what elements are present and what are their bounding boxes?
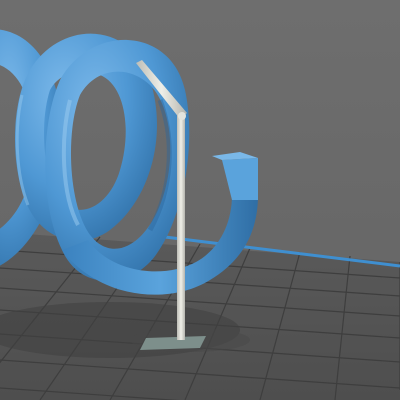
3d-viewport[interactable] xyxy=(0,0,400,400)
support-joint xyxy=(178,112,186,120)
scene-canvas[interactable] xyxy=(0,0,400,400)
support-base-plate xyxy=(140,336,206,350)
support-pillar xyxy=(177,115,185,340)
